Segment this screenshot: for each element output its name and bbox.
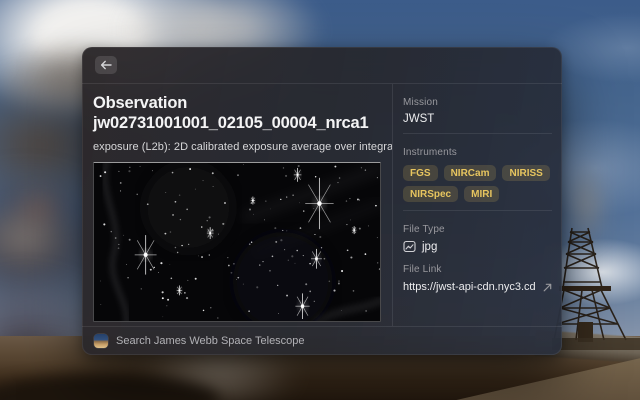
search-hint: Search James Webb Space Telescope: [116, 335, 305, 347]
window-body: Observation jw02731001001_02105_00004_nr…: [82, 84, 562, 326]
observation-detail: Observation jw02731001001_02105_00004_nr…: [82, 84, 392, 326]
instrument-tag-miri: MIRI: [464, 186, 499, 202]
external-link-icon[interactable]: [543, 283, 552, 292]
wallpaper-smoke: [4, 180, 74, 235]
back-button[interactable]: [95, 56, 117, 74]
metadata-sidebar: Mission JWST Instruments FGS NIRCam NIRI…: [392, 84, 562, 326]
image-file-icon: [403, 240, 416, 253]
observation-title: Observation jw02731001001_02105_00004_nr…: [93, 93, 381, 133]
file-link-group: File Link https://jwst-api-cdn.nyc3.cdn.…: [403, 264, 552, 293]
mission-section: Mission JWST: [403, 84, 552, 134]
arrow-left-icon: [100, 60, 112, 70]
mission-label: Mission: [403, 97, 552, 108]
file-link[interactable]: https://jwst-api-cdn.nyc3.cdn....: [403, 281, 552, 293]
mission-value: JWST: [403, 113, 552, 125]
instrument-tag-niriss: NIRISS: [502, 165, 549, 181]
file-section: File Type jpg File Link https://jwst-api…: [403, 211, 552, 301]
title-line-1: Observation: [93, 93, 381, 113]
file-link-label: File Link: [403, 264, 552, 275]
file-type-label: File Type: [403, 224, 552, 235]
instrument-tag-list: FGS NIRCam NIRISS NIRSpec MIRI: [403, 165, 552, 202]
instruments-label: Instruments: [403, 147, 552, 158]
window-header: [82, 47, 562, 84]
file-link-url[interactable]: https://jwst-api-cdn.nyc3.cdn....: [403, 281, 535, 293]
title-line-2: jw02731001001_02105_00004_nrca1: [93, 113, 381, 133]
raycast-detail-window: Observation jw02731001001_02105_00004_nr…: [82, 47, 562, 355]
instrument-tag-nircam: NIRCam: [444, 165, 497, 181]
instruments-section: Instruments FGS NIRCam NIRISS NIRSpec MI…: [403, 134, 552, 211]
observation-preview-image: [93, 162, 381, 322]
file-type-value: jpg: [422, 241, 437, 253]
instrument-tag-nirspec: NIRSpec: [403, 186, 458, 202]
instrument-tag-fgs: FGS: [403, 165, 438, 181]
starfield-image: [94, 163, 380, 321]
window-footer: Search James Webb Space Telescope: [82, 326, 562, 355]
file-type-value-row: jpg: [403, 240, 552, 253]
oil-derrick: [552, 226, 640, 350]
observation-subtitle: exposure (L2b): 2D calibrated exposure a…: [93, 141, 381, 153]
jwst-extension-icon: [94, 334, 108, 348]
